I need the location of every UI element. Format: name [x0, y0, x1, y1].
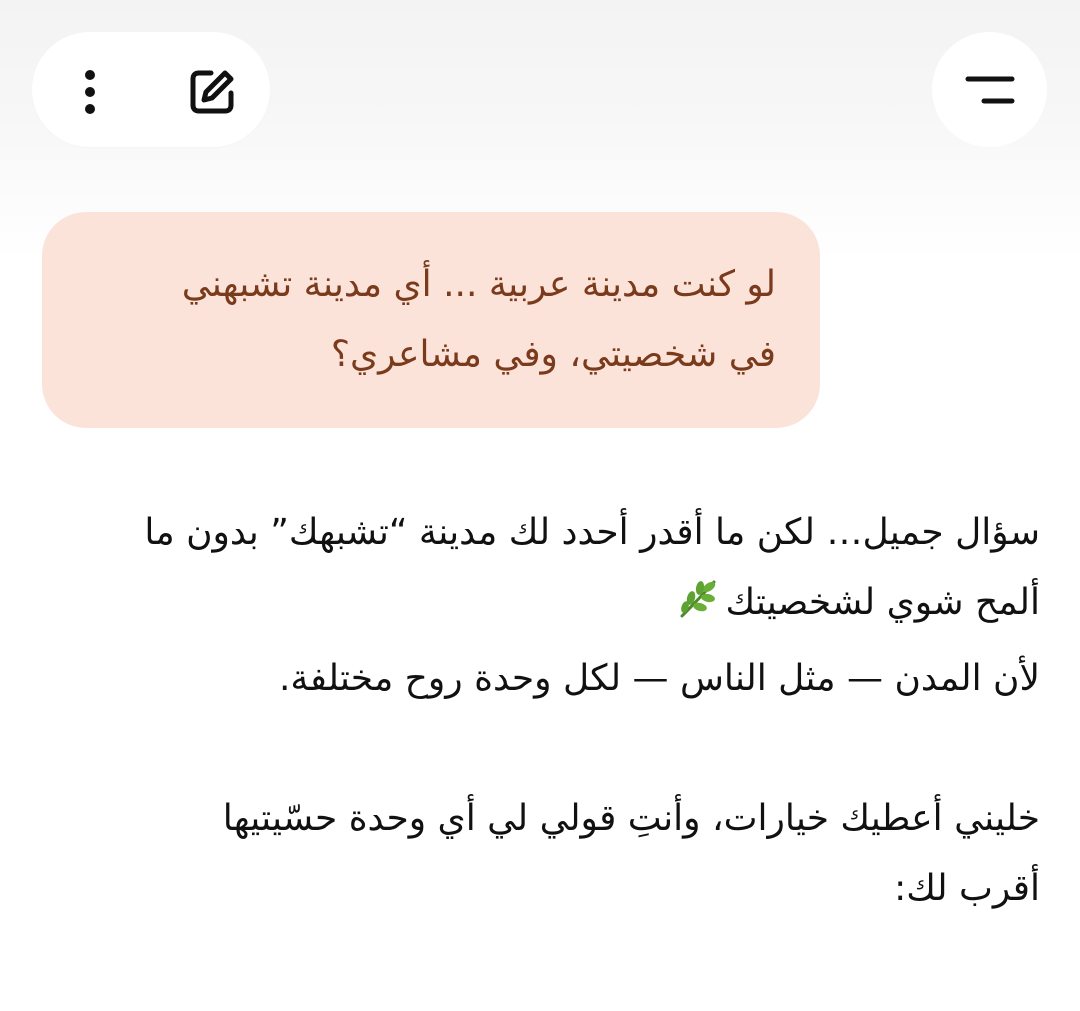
menu-button[interactable] [932, 32, 1047, 147]
more-vertical-icon [85, 70, 95, 114]
user-message-line: في شخصيتي، وفي مشاعري؟ [330, 334, 776, 375]
user-message-line: لو كنت مدينة عربية ... أي مدينة تشبهني [181, 264, 776, 305]
assistant-text-line: سؤال جميل… لكن ما أقدر أحدد لك مدينة “تش… [144, 512, 1040, 553]
new-chat-edit-button[interactable] [182, 62, 242, 122]
assistant-text: ألمح شوي لشخصيتك [725, 582, 1040, 623]
assistant-text-line: خليني أعطيك خيارات، وأنتِ قولي لي أي وحد… [222, 798, 1040, 839]
more-options-button[interactable] [60, 62, 120, 122]
edit-icon [190, 70, 234, 114]
user-message-bubble: لو كنت مدينة عربية ... أي مدينة تشبهني ف… [42, 212, 820, 428]
assistant-message: سؤال جميل… لكن ما أقدر أحدد لك مدينة “تش… [40, 498, 1040, 924]
herb-icon [676, 574, 720, 644]
assistant-text-line: أقرب لك: [894, 868, 1040, 909]
assistant-text-line: لأن المدن — مثل الناس — لكل وحدة روح مخت… [278, 658, 1040, 699]
menu-icon [965, 76, 1014, 103]
assistant-text-line-with-emoji: ألمح شوي لشخصيتك [40, 568, 1040, 644]
